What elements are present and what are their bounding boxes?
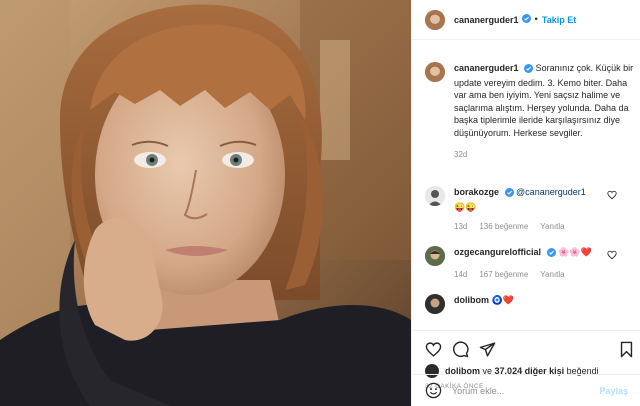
action-icons-row [425, 341, 635, 359]
direct-share-icon[interactable] [479, 341, 496, 358]
comment-likes[interactable]: 136 beğenme [479, 222, 528, 231]
comment-icon[interactable] [452, 341, 469, 358]
selfie-image [0, 0, 411, 406]
comment-meta: 13d 136 beğenme Yanıtla [454, 222, 624, 231]
smiley-icon[interactable] [425, 382, 442, 399]
author-avatar[interactable] [425, 9, 445, 30]
comment-meta: 14d 167 beğenme Yanıtla [454, 270, 624, 279]
comment-item: borakozge @cananerguder1 😜😜 13d 136 beğe… [425, 186, 635, 231]
verified-badge-icon [524, 64, 534, 77]
comment-text: dolibom 🧿❤️ [454, 294, 624, 314]
commenter-username[interactable]: dolibom [454, 295, 489, 305]
post-caption: cananerguder1 Soranınız çok. Küçük bir u… [425, 62, 635, 159]
reply-button[interactable]: Yanıtla [540, 222, 564, 231]
caption-username[interactable]: cananerguder1 [454, 63, 519, 73]
comment-time[interactable]: 13d [454, 222, 467, 231]
caption-time[interactable]: 32d [454, 150, 639, 159]
post-side-panel: cananerguder1 • Takip Et cananerguder1 S… [411, 0, 640, 406]
comment-emojis: 🌸🌸❤️ [558, 247, 592, 257]
author-username[interactable]: cananerguder1 [454, 15, 519, 25]
caption-avatar[interactable] [425, 62, 445, 82]
comment-emojis: 😜😜 [454, 201, 477, 212]
post-photo[interactable] [0, 0, 411, 406]
add-comment-bar: Paylaş [412, 374, 640, 406]
commenter-username[interactable]: ozgecangurelofficial [454, 247, 541, 257]
follow-button[interactable]: Takip Et [542, 15, 576, 25]
verified-badge-icon [546, 248, 556, 261]
comment-input[interactable] [452, 385, 600, 396]
post-header: cananerguder1 • Takip Et [412, 0, 640, 40]
commenter-avatar[interactable] [425, 246, 445, 266]
reply-button[interactable]: Yanıtla [540, 270, 564, 279]
bookmark-icon[interactable] [618, 341, 635, 358]
comment-item: ozgecangurelofficial 🌸🌸❤️ 14d 167 beğenm… [425, 246, 635, 279]
verified-badge-icon [521, 13, 531, 26]
instagram-post: cananerguder1 • Takip Et cananerguder1 S… [0, 0, 640, 406]
verified-badge-icon [504, 188, 514, 201]
comment-likes[interactable]: 167 beğenme [479, 270, 528, 279]
commenter-avatar[interactable] [425, 186, 445, 206]
separator-dot: • [534, 14, 538, 25]
comment-mention[interactable]: @cananerguder1 [516, 187, 586, 197]
comment-item: dolibom 🧿❤️ [425, 294, 635, 314]
heart-icon[interactable] [425, 341, 442, 358]
commenter-avatar[interactable] [425, 294, 445, 314]
caption-text: cananerguder1 Soranınız çok. Küçük bir u… [454, 62, 639, 139]
comment-time[interactable]: 14d [454, 270, 467, 279]
heart-icon[interactable] [607, 190, 617, 200]
commenter-username[interactable]: borakozge [454, 187, 499, 197]
caption-body: Soranınız çok. Küçük bir update vereyim … [454, 63, 634, 138]
comment-emojis: 🧿❤️ [491, 295, 514, 305]
comment-text: borakozge @cananerguder1 😜😜 [454, 186, 624, 213]
post-comment-button[interactable]: Paylaş [599, 386, 628, 396]
comments-section[interactable]: cananerguder1 Soranınız çok. Küçük bir u… [412, 40, 640, 330]
heart-icon[interactable] [607, 250, 617, 260]
comment-text: ozgecangurelofficial 🌸🌸❤️ [454, 246, 624, 261]
